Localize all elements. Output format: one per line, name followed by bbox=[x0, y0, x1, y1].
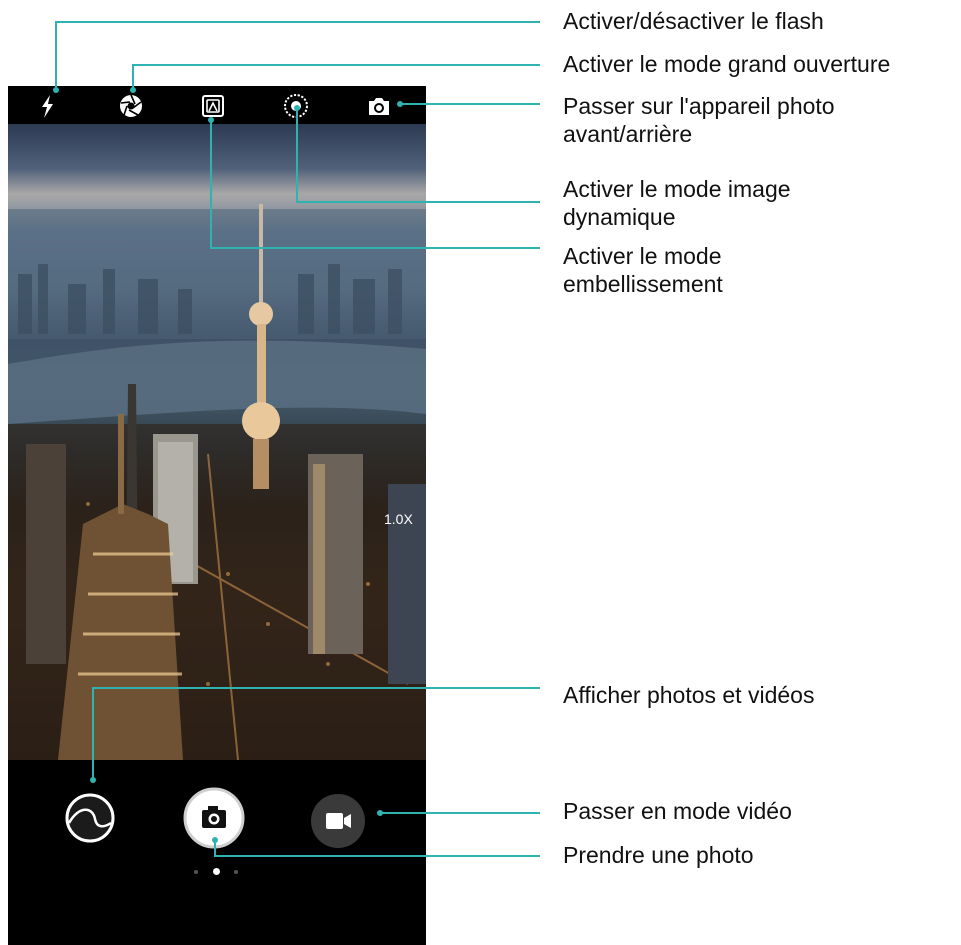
beauty-mode-icon[interactable] bbox=[198, 91, 228, 121]
camera-screen: 1.0X bbox=[8, 86, 426, 945]
callout-flash: Activer/désactiver le flash bbox=[563, 8, 824, 34]
callout-moving-picture: Activer le mode image dynamique bbox=[563, 176, 791, 230]
page-dot-active bbox=[213, 868, 220, 875]
flash-icon[interactable] bbox=[33, 91, 63, 121]
moving-picture-icon[interactable] bbox=[281, 91, 311, 121]
switch-camera-icon[interactable] bbox=[364, 91, 394, 121]
page-dot bbox=[194, 870, 198, 874]
camera-bottom-bar bbox=[8, 760, 426, 945]
shutter-button[interactable] bbox=[183, 787, 245, 849]
callout-switch-camera: Passer sur l'appareil photo avant/arrièr… bbox=[563, 93, 835, 147]
callout-video: Passer en mode vidéo bbox=[563, 798, 792, 824]
camera-top-bar bbox=[8, 86, 426, 124]
video-mode-button[interactable] bbox=[310, 793, 366, 849]
video-camera-icon bbox=[311, 794, 365, 848]
callout-beauty: Activer le mode embellissement bbox=[563, 243, 723, 297]
aperture-icon[interactable] bbox=[116, 91, 146, 121]
callout-aperture: Activer le mode grand ouverture bbox=[563, 51, 891, 77]
callout-gallery: Afficher photos et vidéos bbox=[563, 682, 815, 708]
camera-icon bbox=[183, 787, 245, 849]
city-skyline-image bbox=[8, 204, 426, 760]
page-dot bbox=[234, 870, 238, 874]
camera-viewfinder[interactable]: 1.0X bbox=[8, 124, 426, 760]
gallery-thumbnail-icon[interactable] bbox=[65, 793, 115, 843]
callout-take-photo: Prendre une photo bbox=[563, 842, 754, 868]
mode-page-indicator bbox=[194, 867, 244, 877]
zoom-level-label[interactable]: 1.0X bbox=[384, 511, 413, 527]
